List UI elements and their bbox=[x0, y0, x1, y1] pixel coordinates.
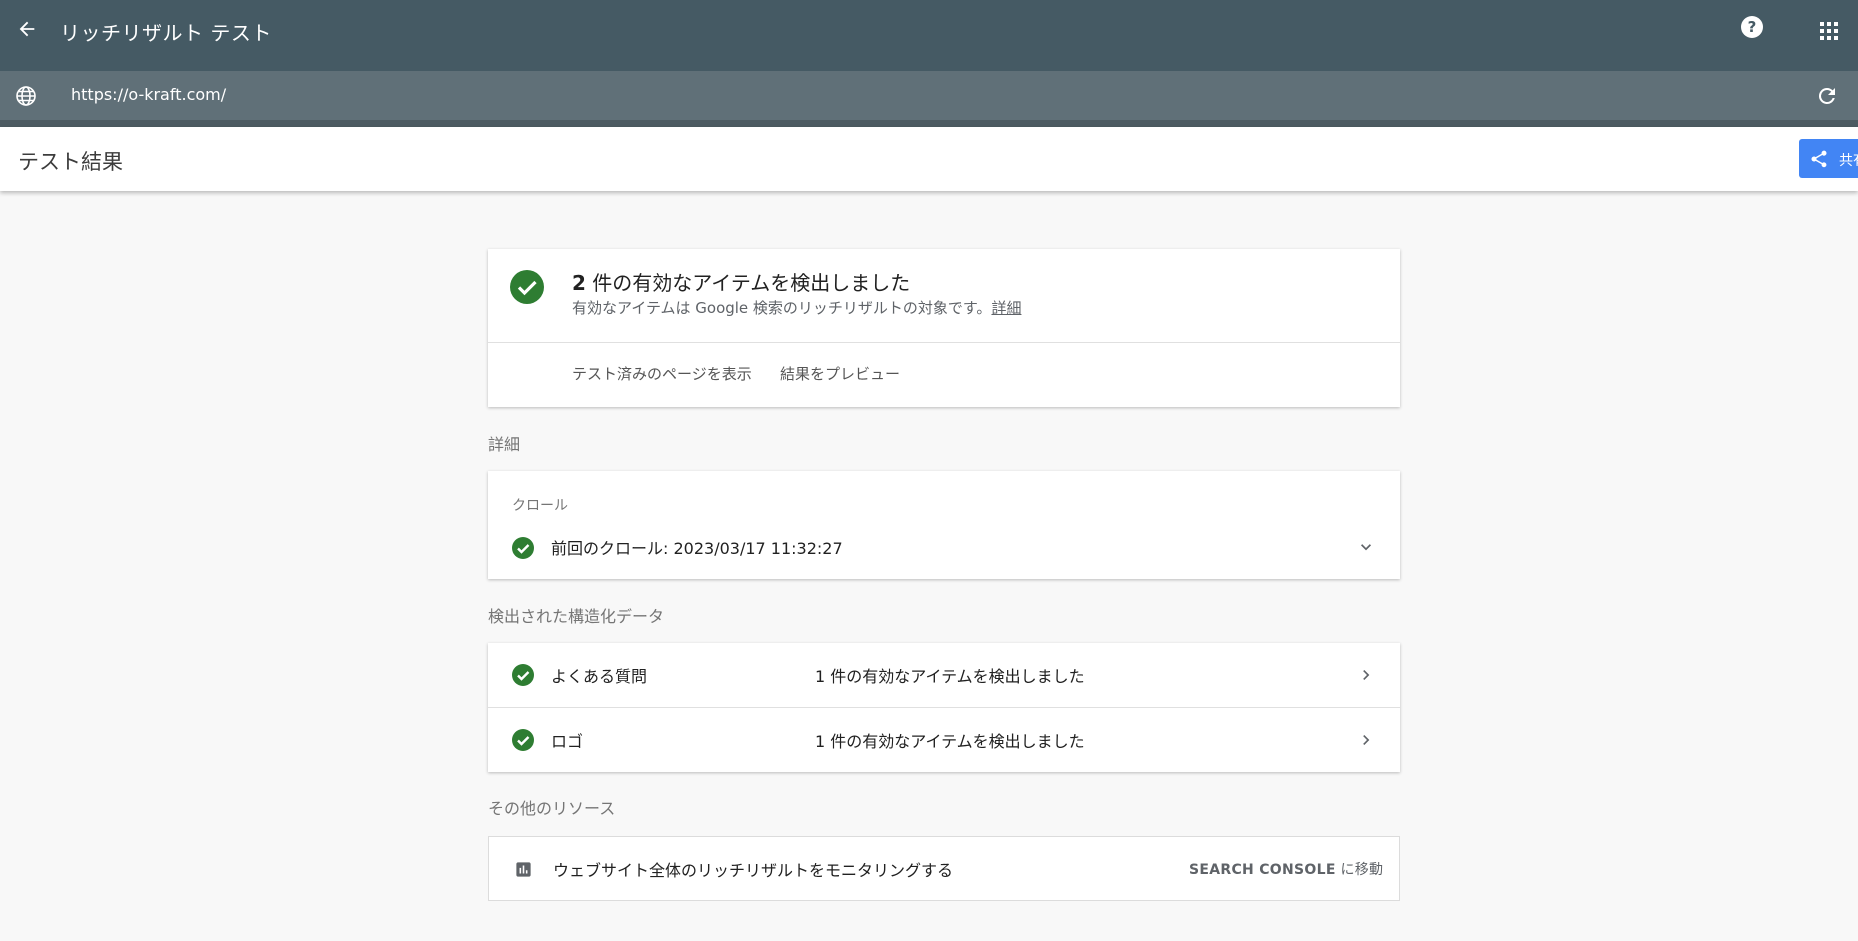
chevron-right-icon bbox=[1363, 735, 1370, 745]
valid-item-count: 2 bbox=[572, 271, 586, 295]
app-bar: リッチリザルト テスト ? bbox=[0, 0, 1858, 71]
summary-headline-text: 件の有効なアイテムを検出しました bbox=[585, 271, 911, 295]
crawl-card[interactable]: クロール 前回のクロール: 2023/03/17 11:32:27 bbox=[488, 471, 1400, 579]
structured-item-status: 1 件の有効なアイテムを検出しました bbox=[815, 667, 1085, 686]
structured-data-section-label: 検出された構造化データ bbox=[488, 607, 665, 626]
structured-item-name: よくある質問 bbox=[551, 667, 648, 686]
bar-chart-icon bbox=[516, 862, 531, 877]
summary-description-text: 有効なアイテムは Google 検索のリッチリザルトの対象です。 bbox=[572, 299, 992, 317]
url-text[interactable]: https://o-kraft.com/ bbox=[71, 85, 226, 104]
view-tested-page-button[interactable]: テスト済みのページを表示 bbox=[572, 363, 752, 384]
summary-card: 2 件の有効なアイテムを検出しました 有効なアイテムは Google 検索のリッ… bbox=[488, 249, 1400, 407]
last-crawl-text: 前回のクロール: 2023/03/17 11:32:27 bbox=[551, 539, 843, 558]
structured-item-faq[interactable]: よくある質問 1 件の有効なアイテムを検出しました bbox=[488, 643, 1400, 707]
crawl-label: クロール bbox=[512, 498, 568, 514]
share-button[interactable]: 共有 bbox=[1799, 139, 1858, 178]
help-icon[interactable]: ? bbox=[1741, 16, 1763, 38]
check-circle-icon bbox=[512, 664, 534, 686]
structured-data-card: よくある質問 1 件の有効なアイテムを検出しました ロゴ 1 件の有効なアイテム… bbox=[488, 643, 1400, 772]
preview-results-button[interactable]: 結果をプレビュー bbox=[780, 363, 900, 384]
check-circle-icon bbox=[512, 729, 534, 751]
details-link[interactable]: 詳細 bbox=[991, 299, 1021, 317]
check-circle-icon bbox=[510, 270, 544, 304]
divider bbox=[488, 342, 1400, 343]
search-console-resource: ウェブサイト全体のリッチリザルトをモニタリングする SEARCH CONSOLE… bbox=[488, 836, 1400, 901]
details-section-label: 詳細 bbox=[488, 435, 521, 454]
structured-item-name: ロゴ bbox=[551, 732, 584, 751]
check-circle-icon bbox=[512, 537, 534, 559]
structured-item-status: 1 件の有効なアイテムを検出しました bbox=[815, 732, 1085, 751]
summary-headline: 2 件の有効なアイテムを検出しました bbox=[572, 267, 910, 296]
app-title: リッチリザルト テスト bbox=[60, 21, 272, 45]
share-label: 共有 bbox=[1839, 153, 1858, 169]
share-icon bbox=[1811, 150, 1827, 168]
cta-main-label: SEARCH CONSOLE bbox=[1189, 862, 1336, 878]
chevron-right-icon bbox=[1363, 670, 1370, 680]
summary-description: 有効なアイテムは Google 検索のリッチリザルトの対象です。詳細 bbox=[572, 297, 1021, 318]
refresh-icon[interactable] bbox=[1815, 84, 1839, 108]
cta-suffix-label: に移動 bbox=[1335, 862, 1384, 878]
globe-icon bbox=[16, 86, 36, 106]
resource-description: ウェブサイト全体のリッチリザルトをモニタリングする bbox=[553, 861, 954, 880]
other-resources-section-label: その他のリソース bbox=[488, 799, 616, 818]
progress-strip bbox=[0, 120, 1858, 127]
chevron-down-icon[interactable] bbox=[1356, 537, 1376, 557]
page-title: テスト結果 bbox=[18, 150, 123, 174]
url-bar: https://o-kraft.com/ bbox=[0, 71, 1858, 127]
structured-item-logo[interactable]: ロゴ 1 件の有効なアイテムを検出しました bbox=[488, 708, 1400, 772]
go-to-search-console-button[interactable]: SEARCH CONSOLE に移動 bbox=[1189, 859, 1383, 879]
apps-grid-icon[interactable] bbox=[1819, 21, 1839, 41]
results-header: テスト結果 共有 bbox=[0, 127, 1858, 191]
arrow-back-icon[interactable] bbox=[16, 18, 38, 40]
